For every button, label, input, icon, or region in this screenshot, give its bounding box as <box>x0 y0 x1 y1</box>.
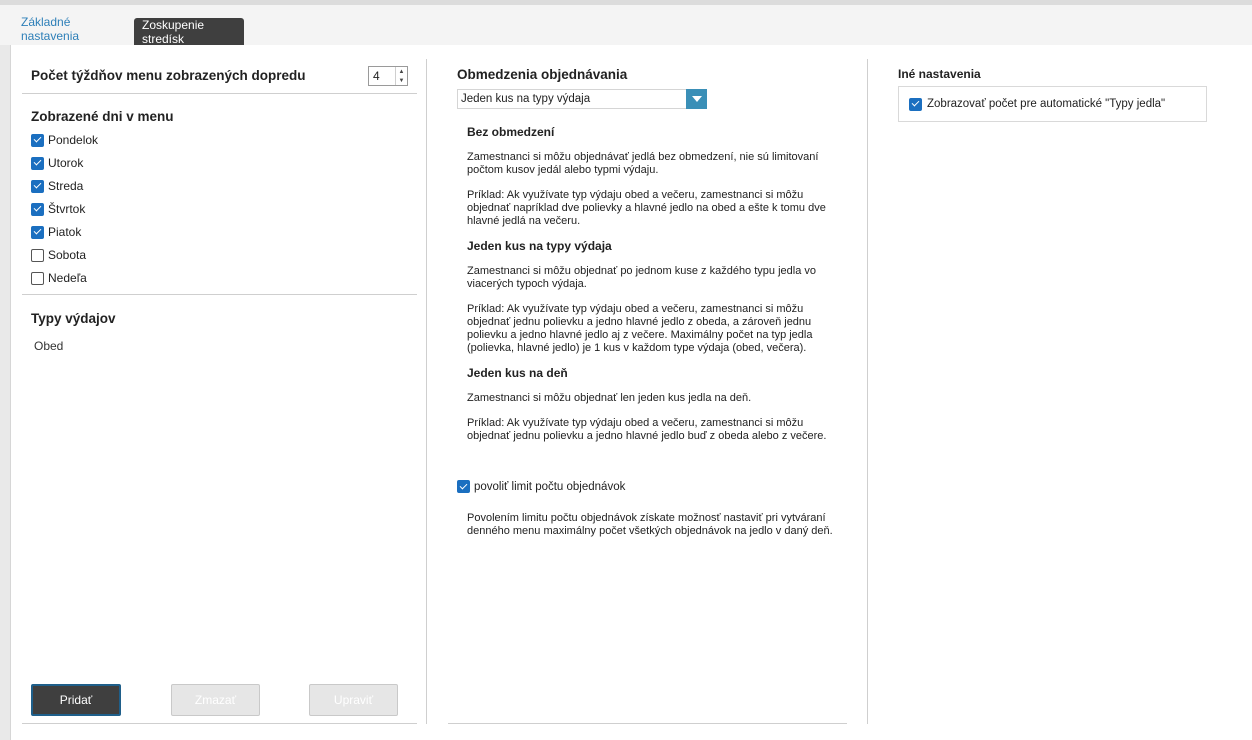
day-checkbox-streda[interactable]: Streda <box>31 179 83 193</box>
days-title: Zobrazené dni v menu <box>31 109 174 124</box>
order-limit-label: povoliť limit počtu objednávok <box>474 480 626 493</box>
edit-button[interactable]: Upraviť <box>309 684 398 716</box>
order-limit-select-value: Jeden kus na typy výdaja <box>461 93 591 105</box>
option-example: Príklad: Ak využívate typ výdaju obed a … <box>467 189 826 227</box>
add-button[interactable]: Pridať <box>31 684 121 716</box>
show-count-checkbox[interactable]: Zobrazovať počet pre automatické "Typy j… <box>898 86 1207 122</box>
column-divider <box>867 59 868 724</box>
tab-basic-settings[interactable]: Základné nastavenia <box>13 14 129 44</box>
option-description: Zamestnanci si môžu objednať po jednom k… <box>467 265 816 290</box>
left-panel: Počet týždňov menu zobrazených dopredu 4… <box>22 45 417 724</box>
option-example: Príklad: Ak využívate typ výdaju obed a … <box>467 417 827 442</box>
checkbox-checked-icon[interactable] <box>31 156 44 170</box>
option-description: Zamestnanci si môžu objednať len jeden k… <box>467 392 752 404</box>
settings-content: Počet týždňov menu zobrazených dopredu 4… <box>10 45 1252 740</box>
option-description: Zamestnanci si môžu objednávať jedlá bez… <box>467 151 819 176</box>
day-checkbox-utorok[interactable]: Utorok <box>31 156 83 170</box>
checkbox-unchecked-icon[interactable] <box>31 271 44 285</box>
day-label: Nedeľa <box>48 271 87 285</box>
divider <box>448 723 847 724</box>
day-checkbox-stvrtok[interactable]: Štvrtok <box>31 202 85 216</box>
checkbox-unchecked-icon[interactable] <box>31 248 44 262</box>
checkbox-checked-icon[interactable] <box>457 480 470 493</box>
day-label: Piatok <box>48 225 82 239</box>
divider <box>22 93 417 94</box>
weeks-ahead-value[interactable]: 4 <box>369 67 395 85</box>
day-checkbox-pondelok[interactable]: Pondelok <box>31 133 98 147</box>
order-limit-select[interactable]: Jeden kus na typy výdaja <box>457 89 707 109</box>
day-label: Utorok <box>48 156 84 170</box>
tab-bar: Základné nastavenia Zoskupenie stredísk <box>0 5 1252 46</box>
weeks-ahead-stepper[interactable]: 4 ▲ ▼ <box>368 66 408 86</box>
weeks-ahead-label: Počet týždňov menu zobrazených dopredu <box>31 68 306 83</box>
divider <box>22 723 417 724</box>
chevron-down-icon[interactable] <box>686 89 707 109</box>
day-label: Streda <box>48 179 84 193</box>
option-example: Príklad: Ak využívate typ výdaju obed a … <box>467 303 813 354</box>
stepper-up-icon[interactable]: ▲ <box>396 67 407 76</box>
checkbox-checked-icon[interactable] <box>31 179 44 193</box>
day-checkbox-nedela[interactable]: Nedeľa <box>31 271 87 285</box>
checkbox-checked-icon[interactable] <box>909 97 922 111</box>
option-heading: Jeden kus na typy výdaja <box>467 239 612 253</box>
type-list-item[interactable]: Obed <box>34 339 63 353</box>
checkbox-checked-icon[interactable] <box>31 225 44 239</box>
show-count-label: Zobrazovať počet pre automatické "Typy j… <box>927 98 1166 110</box>
order-limit-checkbox[interactable]: povoliť limit počtu objednávok <box>457 480 625 493</box>
stepper-down-icon[interactable]: ▼ <box>396 76 407 85</box>
day-checkbox-piatok[interactable]: Piatok <box>31 225 81 239</box>
other-settings-title: Iné nastavenia <box>898 67 981 81</box>
day-label: Pondelok <box>48 133 99 147</box>
option-heading: Jeden kus na deň <box>467 366 568 380</box>
divider <box>22 294 417 295</box>
order-limit-note: Povolením limitu počtu objednávok získat… <box>467 512 833 537</box>
day-label: Sobota <box>48 248 87 262</box>
option-heading: Bez obmedzení <box>467 125 555 139</box>
checkbox-checked-icon[interactable] <box>31 202 44 216</box>
checkbox-checked-icon[interactable] <box>31 133 44 147</box>
day-checkbox-sobota[interactable]: Sobota <box>31 248 86 262</box>
day-label: Štvrtok <box>48 202 86 216</box>
tab-center-grouping[interactable]: Zoskupenie stredísk <box>134 18 244 46</box>
types-title: Typy výdajov <box>31 311 116 326</box>
delete-button[interactable]: Zmazať <box>171 684 260 716</box>
order-limits-title: Obmedzenia objednávania <box>457 67 628 82</box>
column-divider <box>426 59 427 724</box>
